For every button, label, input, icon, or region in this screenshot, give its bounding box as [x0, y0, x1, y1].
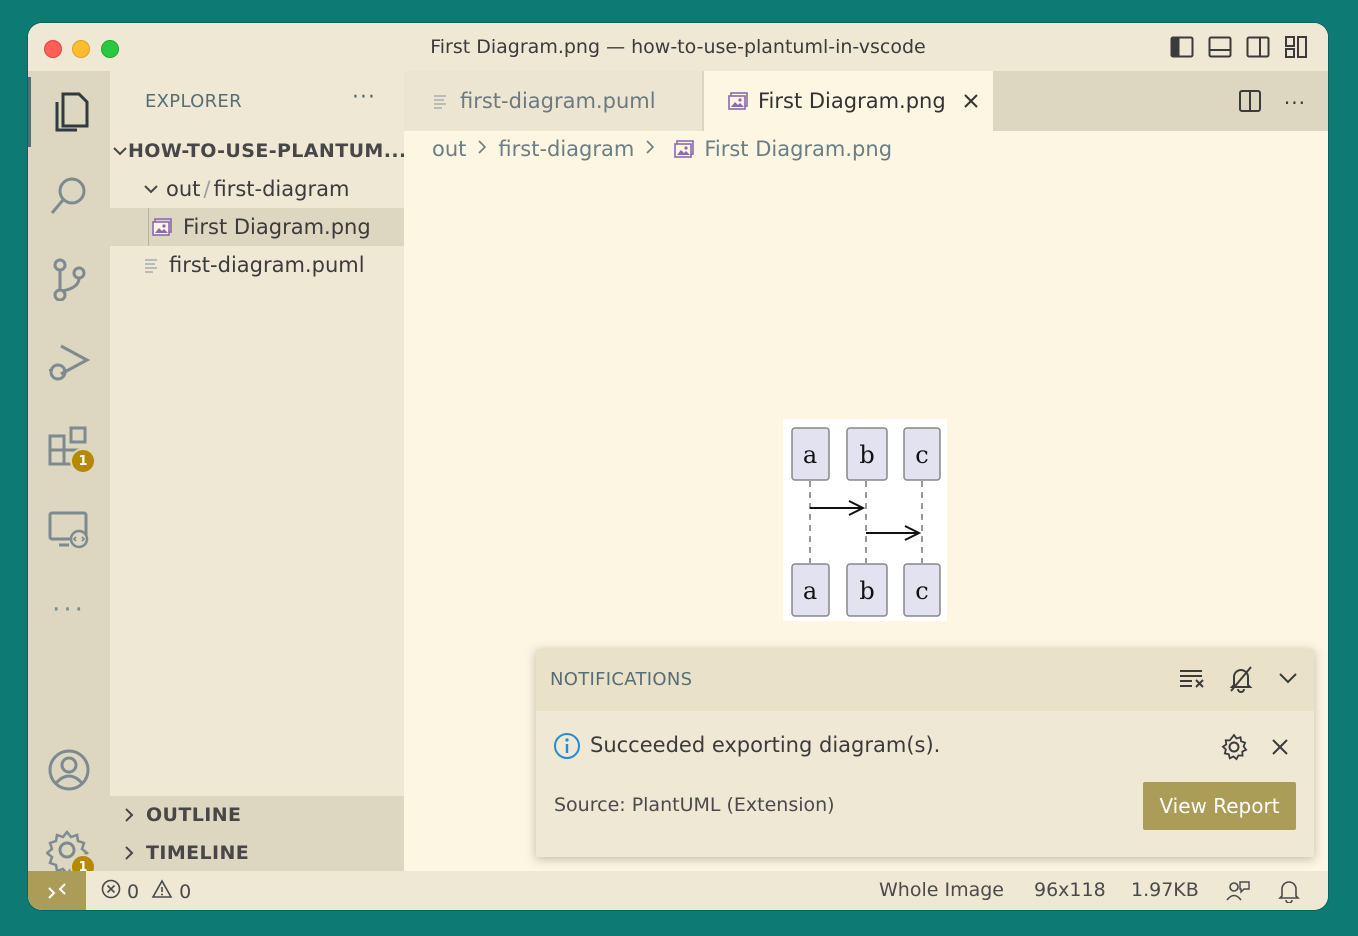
status-bar: 0 0 Whole Image 96x118 1.97KB [28, 871, 1328, 910]
source-control-icon[interactable] [28, 244, 110, 314]
chevron-right-icon [644, 139, 656, 160]
file-first-diagram-png[interactable]: First Diagram.png [110, 208, 404, 246]
customize-layout-icon[interactable] [1284, 35, 1308, 59]
toggle-panel-icon[interactable] [1208, 35, 1232, 59]
problems-status[interactable]: 0 0 [101, 879, 191, 904]
participant-label-c-bottom: c [915, 577, 928, 605]
timeline-section[interactable]: TIMELINE [110, 834, 404, 871]
folder-first-diagram-label: first-diagram [213, 177, 350, 201]
search-icon[interactable] [28, 161, 110, 231]
text-file-icon [140, 257, 162, 273]
activity-bar: 1 ··· 1 [28, 71, 110, 880]
error-icon [101, 879, 121, 904]
workspace-root-folder[interactable]: HOW-TO-USE-PLANTUM... [110, 132, 404, 170]
chevron-down-icon [136, 181, 166, 197]
explorer-icon[interactable] [28, 77, 110, 147]
view-report-button[interactable]: View Report [1143, 782, 1296, 830]
image-size-status: 1.97KB [1131, 879, 1199, 901]
notification-source: Source: PlantUML (Extension) [554, 794, 835, 816]
participant-label-b-top: b [859, 441, 874, 469]
image-dimensions-status: 96x118 [1034, 879, 1106, 901]
explorer-header: EXPLORER [145, 91, 242, 112]
error-count: 0 [127, 880, 140, 903]
warning-count: 0 [179, 880, 192, 903]
remote-indicator-icon[interactable] [28, 871, 86, 910]
file-png-label: First Diagram.png [183, 215, 371, 239]
clear-all-notifications-icon[interactable] [1178, 665, 1206, 697]
file-first-diagram-puml[interactable]: first-diagram.puml [110, 246, 404, 284]
breadcrumb-file[interactable]: First Diagram.png [704, 137, 892, 161]
toggle-secondary-sidebar-icon[interactable] [1246, 35, 1270, 59]
chevron-right-icon [112, 807, 146, 823]
notifications-title: NOTIFICATIONS [550, 669, 693, 690]
title-bar: First Diagram.png — how-to-use-plantuml-… [28, 23, 1328, 72]
outline-section[interactable]: OUTLINE [110, 796, 404, 834]
hide-notifications-chevron-icon[interactable] [1276, 665, 1300, 697]
folder-out-label: out [166, 177, 201, 201]
timeline-label: TIMELINE [146, 841, 250, 864]
participant-label-a-top: a [803, 441, 817, 469]
diagram-image: a b c a b c [783, 419, 947, 621]
explorer-more-icon[interactable]: ··· [352, 85, 376, 110]
breadcrumb: out first-diagram First Diagram.png [432, 137, 892, 161]
run-debug-icon[interactable] [28, 327, 110, 397]
notification-settings-gear-icon[interactable] [1220, 733, 1248, 765]
file-puml-label: first-diagram.puml [169, 253, 365, 277]
notification-header: NOTIFICATIONS [536, 649, 1314, 711]
image-file-icon [674, 140, 695, 158]
workspace-root-label: HOW-TO-USE-PLANTUM... [128, 140, 404, 162]
folder-out-first-diagram[interactable]: out / first-diagram [110, 170, 404, 208]
vscode-window: First Diagram.png — how-to-use-plantuml-… [28, 23, 1328, 910]
editor-more-actions-icon[interactable]: ··· [1284, 91, 1306, 115]
editor-tabs: first-diagram.puml First Diagram.png ··· [404, 71, 1328, 131]
chevron-right-icon [112, 845, 146, 861]
participant-label-c-top: c [915, 441, 928, 469]
extensions-icon[interactable]: 1 [28, 411, 110, 481]
breadcrumb-out[interactable]: out [432, 137, 466, 161]
participant-label-a-bottom: a [803, 577, 817, 605]
folder-separator: / [203, 177, 211, 201]
tab-first-diagram-puml[interactable]: first-diagram.puml [404, 71, 702, 131]
tab-label: first-diagram.puml [460, 89, 656, 113]
warning-icon [151, 879, 173, 904]
message-arrow-b-to-c [866, 525, 922, 541]
accounts-icon[interactable] [28, 735, 110, 805]
message-arrow-a-to-b [810, 500, 866, 516]
do-not-disturb-bell-icon[interactable] [1228, 665, 1254, 697]
feedback-icon[interactable] [1226, 880, 1250, 902]
chevron-right-icon [476, 139, 488, 160]
text-file-icon [432, 93, 448, 109]
extensions-badge: 1 [70, 448, 96, 474]
tab-first-diagram-png[interactable]: First Diagram.png [704, 71, 993, 131]
notification-toast: NOTIFICATIONS Succeeded exporting diagra… [536, 649, 1314, 857]
remote-explorer-icon[interactable] [28, 494, 110, 564]
chevron-down-icon [112, 143, 128, 159]
zoom-status[interactable]: Whole Image [879, 879, 1004, 901]
toggle-primary-sidebar-icon[interactable] [1170, 35, 1194, 59]
breadcrumb-first-diagram[interactable]: first-diagram [498, 137, 634, 161]
info-icon [553, 732, 581, 764]
split-editor-icon[interactable] [1238, 89, 1262, 117]
explorer-sidebar: EXPLORER ··· HOW-TO-USE-PLANTUM... out /… [110, 71, 404, 871]
outline-label: OUTLINE [146, 804, 242, 826]
close-tab-icon[interactable] [962, 92, 980, 110]
participant-label-b-bottom: b [859, 577, 874, 605]
close-notification-icon[interactable] [1270, 737, 1290, 761]
tab-label: First Diagram.png [758, 89, 946, 113]
window-title: First Diagram.png — how-to-use-plantuml-… [430, 36, 926, 58]
notification-message: Succeeded exporting diagram(s). [590, 733, 941, 757]
image-file-icon [728, 92, 748, 110]
image-file-icon [151, 218, 173, 236]
more-views-icon[interactable]: ··· [28, 575, 110, 645]
notifications-bell-icon[interactable] [1278, 879, 1300, 903]
